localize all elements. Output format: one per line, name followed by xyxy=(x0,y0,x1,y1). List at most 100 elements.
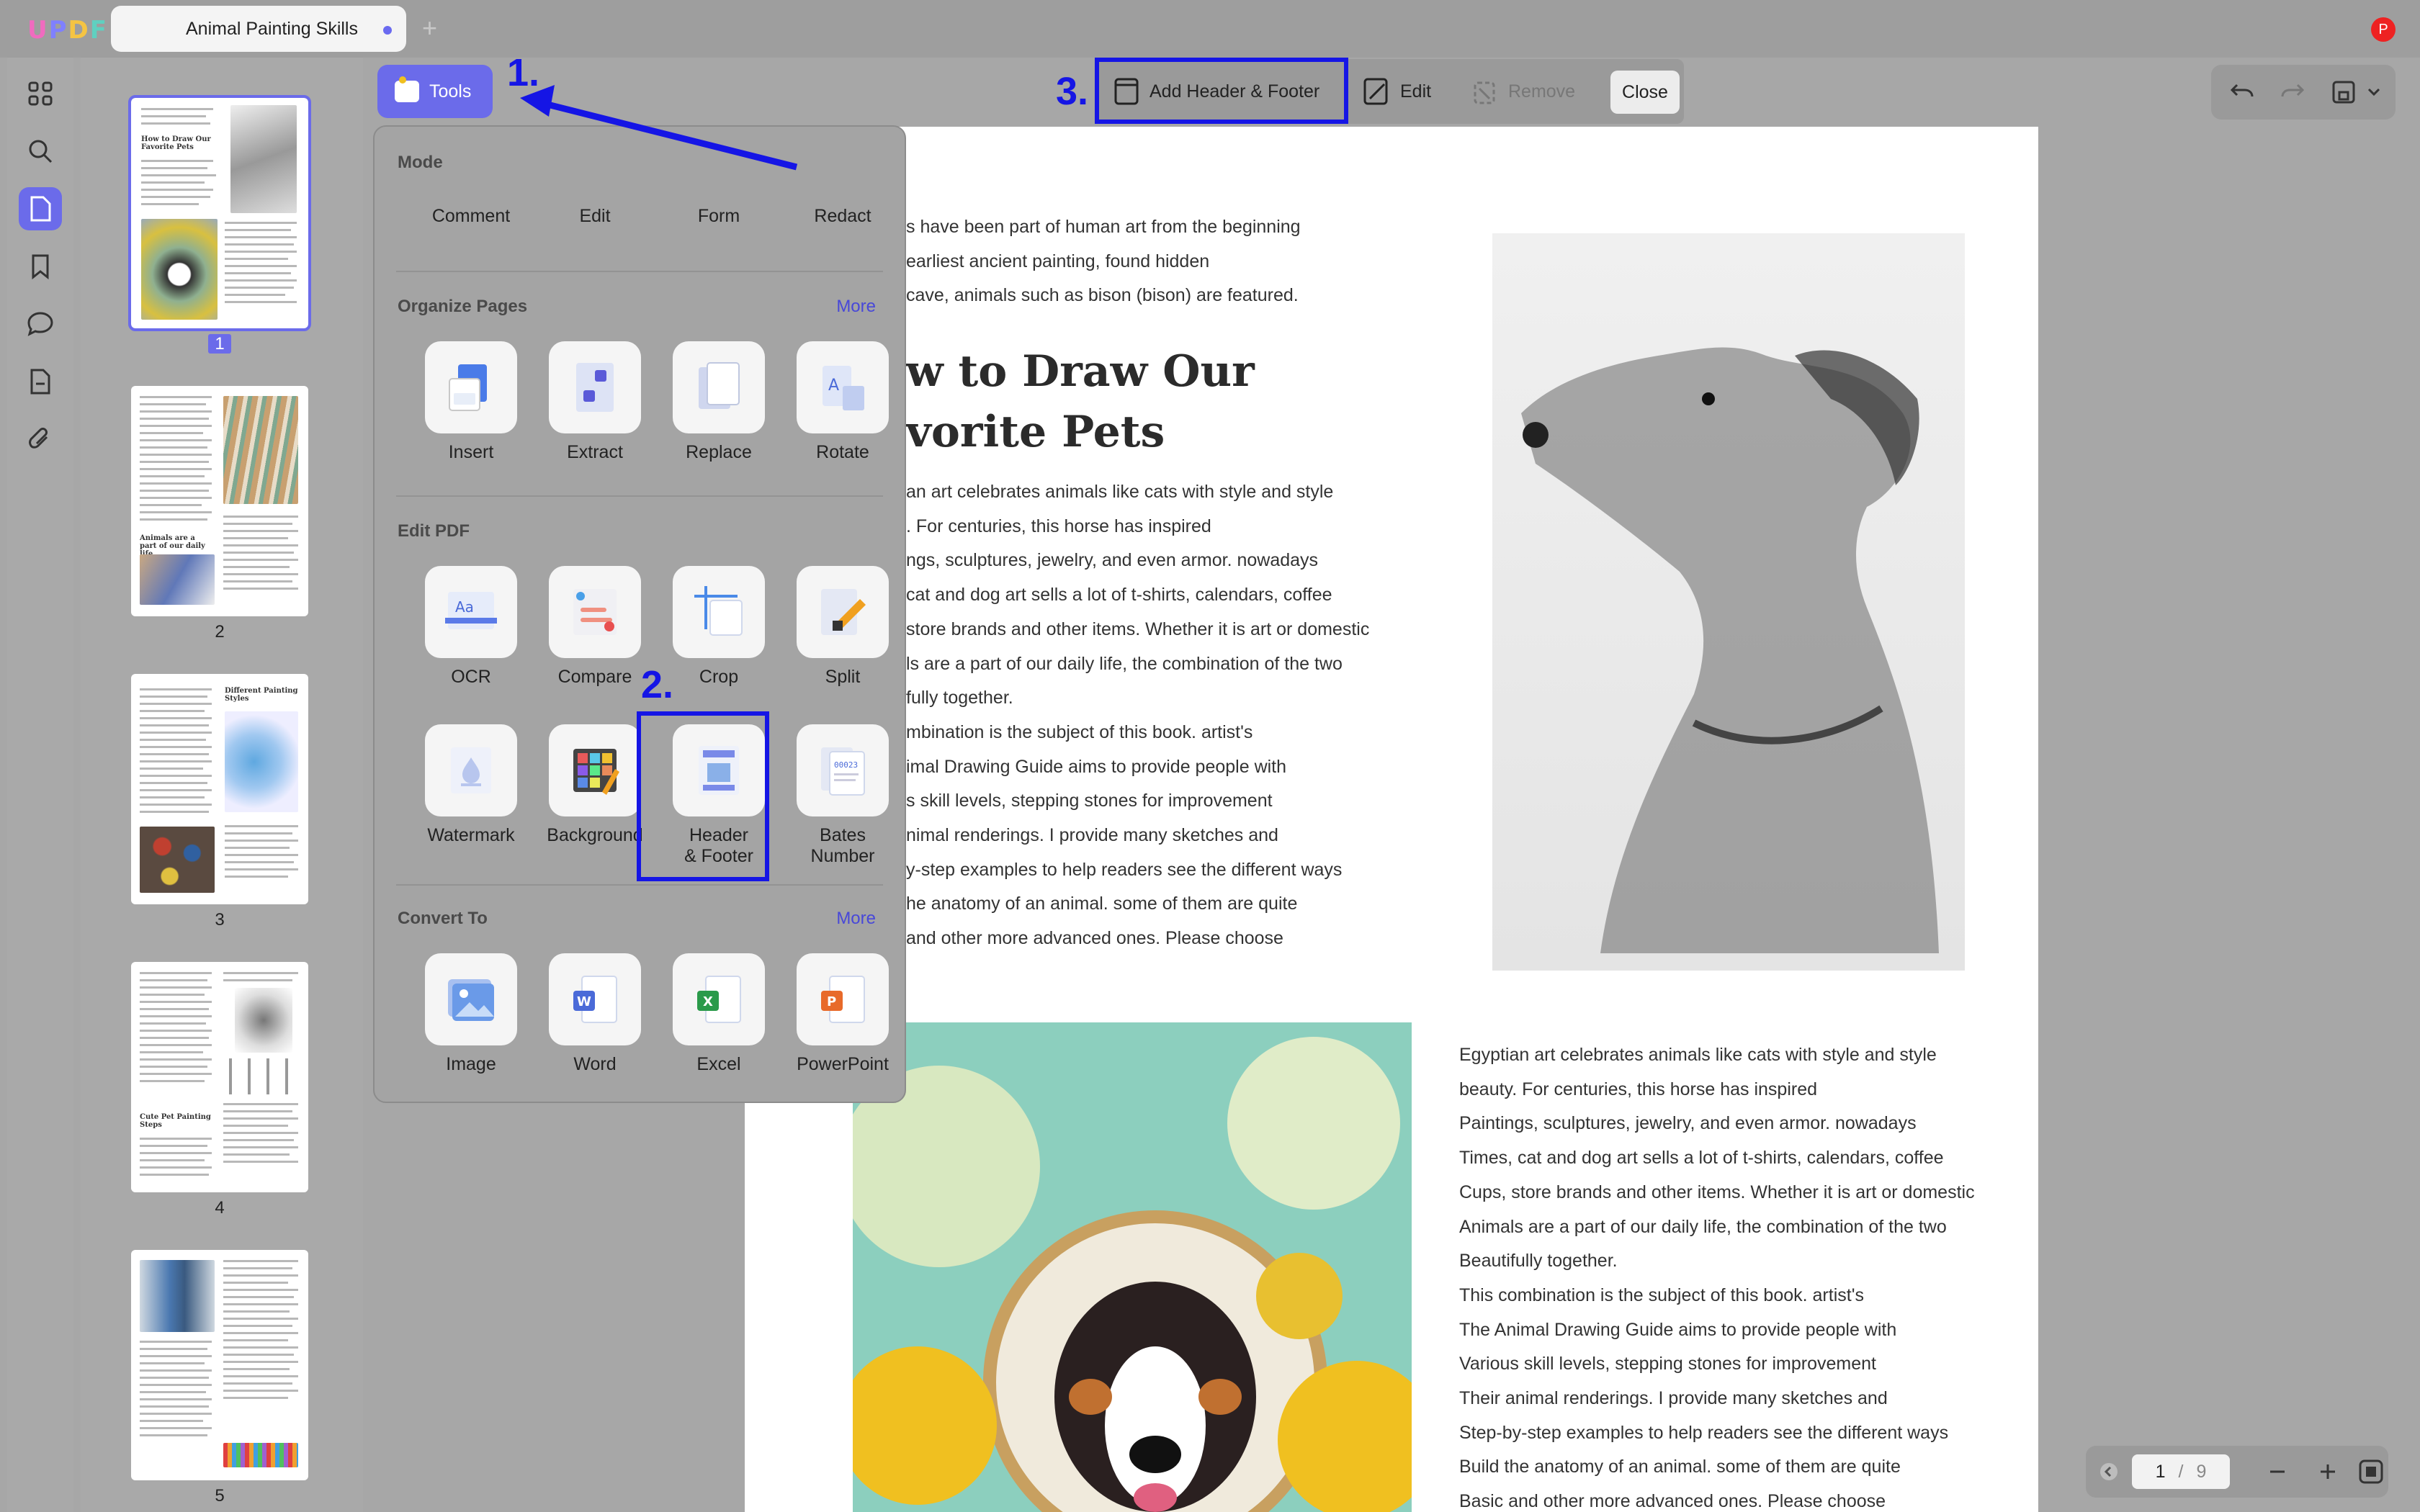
svg-text:00023: 00023 xyxy=(834,760,858,770)
redo-icon[interactable] xyxy=(2280,81,2305,104)
comment-icon[interactable] xyxy=(19,302,62,346)
apps-grid-icon[interactable] xyxy=(19,72,62,115)
remove-icon xyxy=(1474,81,1495,104)
undo-icon[interactable] xyxy=(2230,81,2254,104)
rotate-icon: A xyxy=(823,366,864,410)
convert-image-tool[interactable]: Image xyxy=(409,953,533,1075)
unsaved-dot-icon xyxy=(383,26,392,35)
save-icon[interactable] xyxy=(2331,79,2357,105)
tools-icon xyxy=(395,76,419,102)
watermark-icon xyxy=(451,747,491,793)
remove-header-footer-button[interactable]: Remove xyxy=(1471,65,1575,118)
compare-label: Compare xyxy=(557,667,632,687)
mode-redact[interactable]: Redact xyxy=(781,206,905,227)
avatar[interactable]: P xyxy=(2371,17,2396,42)
document-tab[interactable]: Animal Painting Skills xyxy=(111,6,406,52)
convert-powerpoint-tool[interactable]: P PowerPoint xyxy=(781,953,905,1075)
annotation-step-2: 2. xyxy=(641,663,674,706)
bookmark-icon[interactable] xyxy=(19,245,62,288)
split-label: Split xyxy=(825,667,861,687)
thumbnail-page-number: 1 xyxy=(131,334,308,354)
title-bar: UPDF Animal Painting Skills + P xyxy=(0,0,2420,58)
thumbnail-panel: How to Draw Our Favorite Pets 1 Animals … xyxy=(81,58,363,1512)
convert-word-tool[interactable]: W Word xyxy=(533,953,657,1075)
embroidery-photo xyxy=(853,1022,1412,1512)
chevron-down-icon[interactable] xyxy=(2367,86,2381,98)
extract-tool[interactable]: Extract xyxy=(533,341,657,463)
thumbnail-heading: Different Painting Styles xyxy=(225,687,298,703)
rotate-label: Rotate xyxy=(816,442,869,462)
convert-section-title: Convert To xyxy=(398,909,488,928)
thumbnail-image xyxy=(230,105,297,213)
thumbnail-image xyxy=(140,554,215,605)
thumbnail-image xyxy=(140,827,215,893)
page-heading: w to Draw Our vorite Pets xyxy=(906,346,1255,457)
prev-page-icon[interactable] xyxy=(2099,1462,2119,1482)
fit-page-icon[interactable] xyxy=(2358,1459,2384,1485)
edit-header-footer-button[interactable]: Edit xyxy=(1363,65,1431,118)
ocr-tool[interactable]: Aa OCR xyxy=(409,566,533,688)
page-thumbnail[interactable]: How to Draw Our Favorite Pets xyxy=(128,95,311,331)
watermark-label: Watermark xyxy=(427,825,515,845)
compare-tool[interactable]: Compare xyxy=(533,566,657,688)
watermark-tool[interactable]: Watermark xyxy=(409,724,533,846)
mode-section-title: Mode xyxy=(398,153,443,172)
thumbnail-image xyxy=(223,396,298,504)
bates-number-label: Bates Number xyxy=(810,825,875,866)
page-thumbnail[interactable]: Animals are a part of our daily life xyxy=(131,386,308,616)
crop-tool[interactable]: Crop xyxy=(657,566,781,688)
mode-form[interactable]: Form xyxy=(657,206,781,227)
insert-icon xyxy=(449,364,487,411)
mode-edit[interactable]: Edit xyxy=(533,206,657,227)
crop-icon xyxy=(694,586,743,636)
page-navigation: 1 / 9 xyxy=(2086,1446,2388,1498)
image-label: Image xyxy=(446,1054,496,1074)
right-column-text: Egyptian art celebrates animals like cat… xyxy=(1459,1045,1975,1512)
organize-section-title: Organize Pages xyxy=(398,297,528,316)
edit-pdf-section-title: Edit PDF xyxy=(398,521,470,541)
convert-excel-tool[interactable]: X Excel xyxy=(657,953,781,1075)
new-tab-button[interactable]: + xyxy=(422,13,437,43)
tab-title: Animal Painting Skills xyxy=(186,18,358,39)
page-thumbnail[interactable] xyxy=(131,1250,308,1480)
convert-more-link[interactable]: More xyxy=(836,909,876,929)
organize-more-link[interactable]: More xyxy=(836,297,876,317)
thumbnails-icon[interactable] xyxy=(19,187,62,230)
rotate-tool[interactable]: A Rotate xyxy=(781,341,905,463)
thumbnail-page-number: 4 xyxy=(215,1198,225,1218)
svg-text:P: P xyxy=(827,994,836,1009)
excel-label: Excel xyxy=(696,1054,741,1074)
ocr-label: OCR xyxy=(451,667,491,687)
bates-number-tool[interactable]: 00023 Bates Number xyxy=(781,724,905,867)
thumbnail-heading: How to Draw Our Favorite Pets xyxy=(141,135,211,151)
replace-icon xyxy=(699,362,740,409)
page-separator: / xyxy=(2178,1461,2184,1482)
tools-label: Tools xyxy=(429,81,472,102)
compare-icon xyxy=(573,589,617,635)
attachment-icon[interactable] xyxy=(19,418,62,461)
close-button[interactable]: Close xyxy=(1610,71,1680,114)
replace-label: Replace xyxy=(686,442,752,462)
right-toolbar xyxy=(2211,65,2396,120)
page-thumbnail[interactable]: Cute Pet Painting Steps xyxy=(131,962,308,1192)
mode-comment[interactable]: Comment xyxy=(409,206,533,227)
current-page: 1 xyxy=(2155,1461,2166,1482)
dog-sketch-image xyxy=(1492,233,1965,971)
tools-button[interactable]: Tools xyxy=(377,65,493,118)
replace-tool[interactable]: Replace xyxy=(657,341,781,463)
bates-number-icon: 00023 xyxy=(821,747,865,796)
split-tool[interactable]: Split xyxy=(781,566,905,688)
insert-tool[interactable]: Insert xyxy=(409,341,533,463)
search-icon[interactable] xyxy=(19,130,62,173)
zoom-in-icon[interactable] xyxy=(2318,1462,2338,1482)
document-icon[interactable] xyxy=(19,360,62,403)
annotation-step-1: 1. xyxy=(507,51,540,94)
intro-paragraph: s have been part of human art from the b… xyxy=(906,217,1301,306)
thumbnail-image xyxy=(225,711,298,812)
thumbnail-image xyxy=(140,1260,215,1332)
powerpoint-label: PowerPoint xyxy=(797,1054,889,1074)
insert-label: Insert xyxy=(448,442,494,462)
page-number-box[interactable]: 1 / 9 xyxy=(2132,1454,2230,1489)
page-thumbnail[interactable]: Different Painting Styles xyxy=(131,674,308,904)
zoom-out-icon[interactable] xyxy=(2267,1462,2287,1482)
